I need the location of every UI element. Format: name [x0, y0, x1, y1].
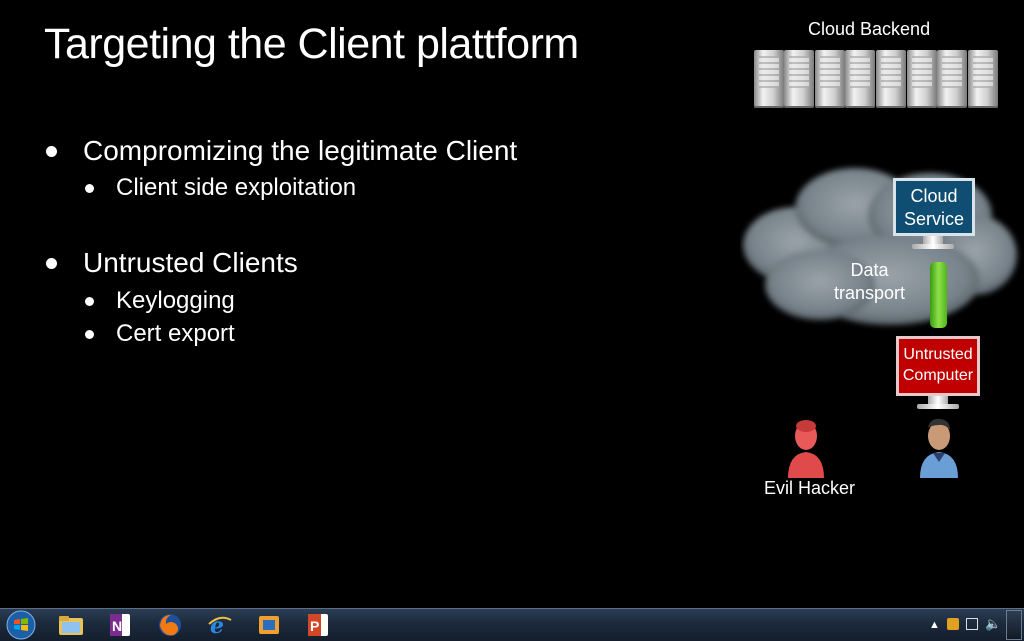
- internet-explorer-icon[interactable]: e: [205, 611, 235, 639]
- untrusted-computer-label-line2: Computer: [902, 367, 974, 384]
- sub-bullet-text: Client side exploitation: [116, 174, 357, 201]
- sub-bullet-item: Cert export: [85, 320, 235, 348]
- virtualbox-icon[interactable]: [254, 611, 284, 639]
- bullet-dot: [46, 146, 57, 157]
- svg-text:N: N: [112, 618, 122, 634]
- sub-bullet-text: Keylogging: [116, 287, 235, 314]
- powerpoint-icon[interactable]: P: [303, 611, 333, 639]
- data-transport-pipe: [930, 262, 947, 328]
- monitor-stand: [928, 396, 948, 404]
- bullet-dot: [85, 297, 94, 306]
- monitor-base: [912, 244, 954, 249]
- architecture-diagram: Cloud Backend Cloud Service Data transpo…: [740, 0, 1024, 520]
- bullet-dot: [85, 330, 94, 339]
- slide: Targeting the Client plattform Compromiz…: [0, 0, 1024, 608]
- user-person-icon: [920, 418, 958, 478]
- bullet-dot: [46, 258, 57, 269]
- untrusted-computer-monitor: Untrusted Computer: [896, 336, 980, 396]
- bullet-dot: [85, 184, 94, 193]
- svg-text:P: P: [310, 618, 319, 634]
- windows-explorer-icon[interactable]: [56, 611, 86, 639]
- cloud-service-label-line1: Cloud: [910, 186, 958, 206]
- hacker-person-icon: [788, 420, 824, 478]
- monitor-stand: [923, 236, 943, 244]
- monitor-base: [917, 404, 959, 409]
- sub-bullet-text: Cert export: [116, 320, 235, 347]
- svg-text:e: e: [210, 613, 224, 638]
- slide-title: Targeting the Client plattform: [44, 20, 579, 68]
- cloud-backend-label: Cloud Backend: [808, 19, 931, 39]
- bullet-item: Compromizing the legitimate Client: [46, 135, 518, 167]
- firefox-icon[interactable]: [155, 611, 185, 639]
- sub-bullet-item: Client side exploitation: [85, 174, 357, 202]
- show-hidden-icons-arrow[interactable]: ▲: [929, 619, 940, 631]
- cloud-icon: [743, 168, 1017, 325]
- cloud-service-monitor: Cloud Service: [893, 178, 975, 236]
- network-icon[interactable]: [966, 618, 978, 630]
- onenote-icon[interactable]: N: [105, 611, 135, 639]
- taskbar: N e P ▲ 🔈: [0, 608, 1024, 641]
- sub-bullet-item: Keylogging: [85, 287, 235, 315]
- evil-hacker-label: Evil Hacker: [764, 478, 856, 498]
- untrusted-computer-label-line1: Untrusted: [903, 346, 973, 363]
- security-shield-icon[interactable]: [947, 618, 959, 630]
- volume-icon[interactable]: 🔈: [985, 616, 1001, 632]
- bullet-item: Untrusted Clients: [46, 247, 298, 279]
- show-desktop-button[interactable]: [1006, 610, 1022, 640]
- cloud-service-label-line2: Service: [903, 209, 965, 229]
- bullet-text: Untrusted Clients: [83, 247, 298, 278]
- server-rack-icon: [754, 50, 1000, 110]
- bullet-text: Compromizing the legitimate Client: [83, 135, 518, 166]
- start-orb-icon[interactable]: [5, 610, 37, 640]
- data-transport-label: Data transport: [834, 260, 906, 303]
